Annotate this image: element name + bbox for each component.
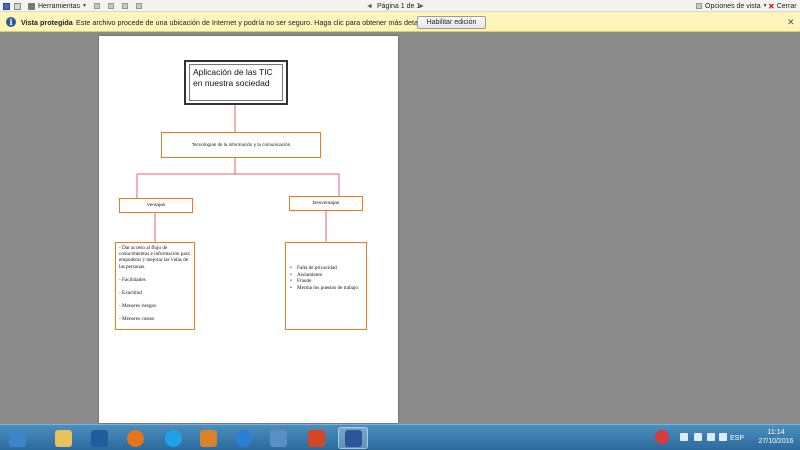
next-page-button[interactable]: ► xyxy=(418,1,425,11)
advantages-header: Ventajas xyxy=(119,198,193,213)
protected-view-bar: i Vista protegida Este archivo procede d… xyxy=(0,12,800,32)
advantage-item: - Facilidades xyxy=(119,276,146,283)
document-icon xyxy=(136,3,142,9)
volume-icon[interactable] xyxy=(719,433,727,441)
disadvantage-item: • Merma los puestos de trabajo xyxy=(290,285,362,292)
enable-editing-button[interactable]: Habilitar edición xyxy=(417,16,486,29)
taskbar-skype[interactable] xyxy=(158,427,188,449)
advantage-item: - Menores riesgos xyxy=(119,303,157,310)
advantage-item: - Dar acceso al flujo de conocimientos e… xyxy=(119,245,190,270)
title-box: Aplicación de las TIC en nuestra socieda… xyxy=(184,60,288,105)
chevron-up-icon[interactable] xyxy=(680,433,688,441)
clock-time: 11:14 xyxy=(767,429,785,436)
view-icon xyxy=(696,3,702,9)
disadvantage-text: Fraude xyxy=(297,278,312,285)
disadvantage-item: • Aislamiento xyxy=(290,272,362,279)
disadvantage-item: • Fraude xyxy=(290,278,362,285)
info-icon: i xyxy=(6,17,16,27)
arrow-left-icon: ◄ xyxy=(366,2,373,10)
bullet: • xyxy=(290,265,292,271)
start-button[interactable] xyxy=(2,427,32,449)
bullet: • xyxy=(290,278,292,285)
protected-view-message[interactable]: Este archivo procede de una ubicación de… xyxy=(76,18,431,27)
taskbar-app[interactable] xyxy=(193,427,223,449)
language-indicator[interactable]: ESP xyxy=(730,435,744,442)
document-icon xyxy=(94,3,100,9)
taskbar: ESP 11:14 27/10/2016 xyxy=(0,424,800,450)
tic-box: Tecnologías de la información y la comun… xyxy=(161,132,321,158)
advantage-item: - Menores costos xyxy=(119,316,155,323)
tools-label: Herramientas xyxy=(38,2,81,10)
viewer-toolbar: Herramientas ▼ ◄ Página 1 de 1 ► Opcione… xyxy=(0,0,800,12)
title-text: Aplicación de las TIC en nuestra socieda… xyxy=(189,64,283,101)
clock-date: 27/10/2016 xyxy=(758,438,794,445)
close-icon: ✕ xyxy=(768,1,775,11)
disadvantage-text: Falta de privacidad xyxy=(297,265,337,271)
chevron-down-icon: ▼ xyxy=(82,3,87,9)
disadvantage-text: Aislamiento xyxy=(297,271,323,278)
close-bar-icon[interactable]: ✕ xyxy=(787,17,795,28)
save-icon xyxy=(3,2,10,10)
disadvantages-list: • Falta de privacidad • Aislamiento • Fraud… xyxy=(285,242,367,330)
chevron-down-icon: ▼ xyxy=(762,3,768,9)
tools-menu[interactable]: Herramientas ▼ xyxy=(28,1,87,11)
toolbar-button-3[interactable] xyxy=(122,1,128,11)
taskbar-word[interactable] xyxy=(338,427,368,449)
network-icon[interactable] xyxy=(707,433,715,441)
firefox-icon xyxy=(126,429,144,447)
tools-icon xyxy=(28,2,35,10)
advantages-list: - Dar acceso al flujo de conocimientos e… xyxy=(115,242,195,330)
print-icon xyxy=(14,2,21,10)
print-button[interactable] xyxy=(14,1,21,11)
page-indicator: Página 1 de 1 xyxy=(377,2,421,10)
bullet: • xyxy=(290,284,292,291)
powerpoint-icon xyxy=(307,429,325,447)
taskbar-internet-explorer[interactable] xyxy=(228,427,258,449)
title-line-2: en nuestra sociedad xyxy=(193,78,270,88)
photos-icon xyxy=(269,429,287,447)
taskbar-photos[interactable] xyxy=(263,427,293,449)
disadvantage-text: Merma los puestos de trabajo xyxy=(297,284,359,291)
internet-explorer-icon xyxy=(234,429,252,447)
windows-icon xyxy=(8,429,26,447)
flag-icon[interactable] xyxy=(694,433,702,441)
protected-view-title: Vista protegida xyxy=(21,18,73,27)
disadvantages-header: Desventajas xyxy=(289,196,363,211)
taskbar-firefox[interactable] xyxy=(120,427,150,449)
document-icon xyxy=(108,3,114,9)
close-label: Cerrar xyxy=(776,2,797,10)
disadvantage-item: • Falta de privacidad xyxy=(290,265,362,272)
toolbar-button-1[interactable] xyxy=(94,1,100,11)
toolbar-button-2[interactable] xyxy=(108,1,114,11)
taskbar-file-explorer[interactable] xyxy=(48,427,78,449)
clock[interactable]: 11:14 27/10/2016 xyxy=(756,428,796,446)
taskbar-desktop[interactable] xyxy=(84,427,114,449)
app-icon xyxy=(199,429,217,447)
document-page: Aplicación de las TIC en nuestra socieda… xyxy=(99,36,398,423)
notification-icon[interactable] xyxy=(655,430,669,444)
save-button[interactable] xyxy=(3,1,10,11)
bullet: • xyxy=(290,271,292,278)
title-line-1: Aplicación de las TIC xyxy=(193,67,273,77)
view-options-label: Opciones de vista xyxy=(705,2,761,10)
arrow-right-icon: ► xyxy=(418,2,425,10)
word-icon xyxy=(344,429,362,447)
folder-icon xyxy=(54,429,72,447)
previous-page-button[interactable]: ◄ xyxy=(366,1,373,11)
taskbar-powerpoint[interactable] xyxy=(301,427,331,449)
skype-icon xyxy=(164,429,182,447)
view-options-menu[interactable]: Opciones de vista ▼ xyxy=(696,1,768,11)
advantage-item: - Exactitud xyxy=(119,290,142,297)
document-icon xyxy=(122,3,128,9)
toolbar-button-4[interactable] xyxy=(136,1,142,11)
close-button[interactable]: ✕ Cerrar xyxy=(768,1,797,11)
monitor-icon xyxy=(90,429,108,447)
